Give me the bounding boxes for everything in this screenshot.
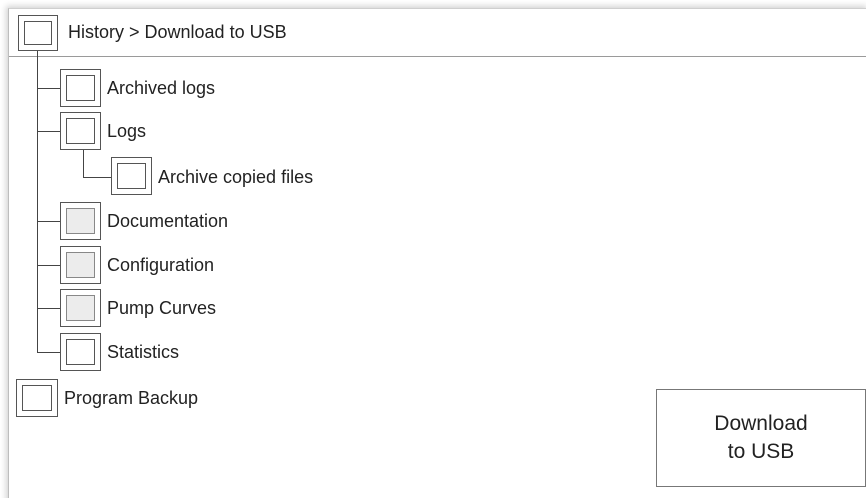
logs-checkbox-box [66, 118, 95, 144]
documentation-checkbox[interactable] [60, 202, 101, 240]
statistics-label: Statistics [107, 342, 180, 362]
program-backup-checkbox-box [22, 385, 52, 411]
statistics-checkbox[interactable] [60, 333, 101, 371]
archive-copied-files-checkbox-box [117, 163, 146, 189]
logs-checkbox[interactable] [60, 112, 101, 150]
documentation-label: Documentation [107, 211, 229, 231]
tree-branch-archived-logs [37, 88, 60, 89]
configuration-label: Configuration [107, 255, 215, 275]
pump-curves-checkbox-box [66, 295, 95, 321]
program-backup-checkbox[interactable] [16, 379, 58, 417]
tree-branch-statistics [37, 352, 60, 353]
download-to-usb-button-line2: to USB [727, 440, 795, 463]
archive-copied-files-checkbox[interactable] [111, 157, 152, 195]
documentation-checkbox-box [66, 208, 95, 234]
program-backup-label: Program Backup [64, 388, 199, 408]
pump-curves-label: Pump Curves [107, 298, 217, 318]
history-checkbox-box [24, 21, 52, 45]
download-to-usb-button-line1: Download [714, 412, 808, 435]
configuration-checkbox[interactable] [60, 246, 101, 284]
tree-branch-pump-curves [37, 308, 60, 309]
archive-copied-files-label: Archive copied files [158, 167, 314, 187]
tree-branch-documentation [37, 221, 60, 222]
archived-logs-checkbox-box [66, 75, 95, 101]
page-title: History > Download to USB [68, 22, 287, 42]
logs-label: Logs [107, 121, 147, 141]
archived-logs-label: Archived logs [107, 78, 216, 98]
pump-curves-checkbox[interactable] [60, 289, 101, 327]
configuration-checkbox-box [66, 252, 95, 278]
download-to-usb-button[interactable]: Download to USB [656, 389, 866, 487]
tree-branch-logs [37, 131, 60, 132]
history-checkbox[interactable] [18, 15, 58, 51]
tree-branch-configuration [37, 265, 60, 266]
tree-branch-archive-copied-files [83, 177, 111, 178]
statistics-checkbox-box [66, 339, 95, 365]
archived-logs-checkbox[interactable] [60, 69, 101, 107]
tree-branch-logs-child-vertical [83, 150, 84, 178]
